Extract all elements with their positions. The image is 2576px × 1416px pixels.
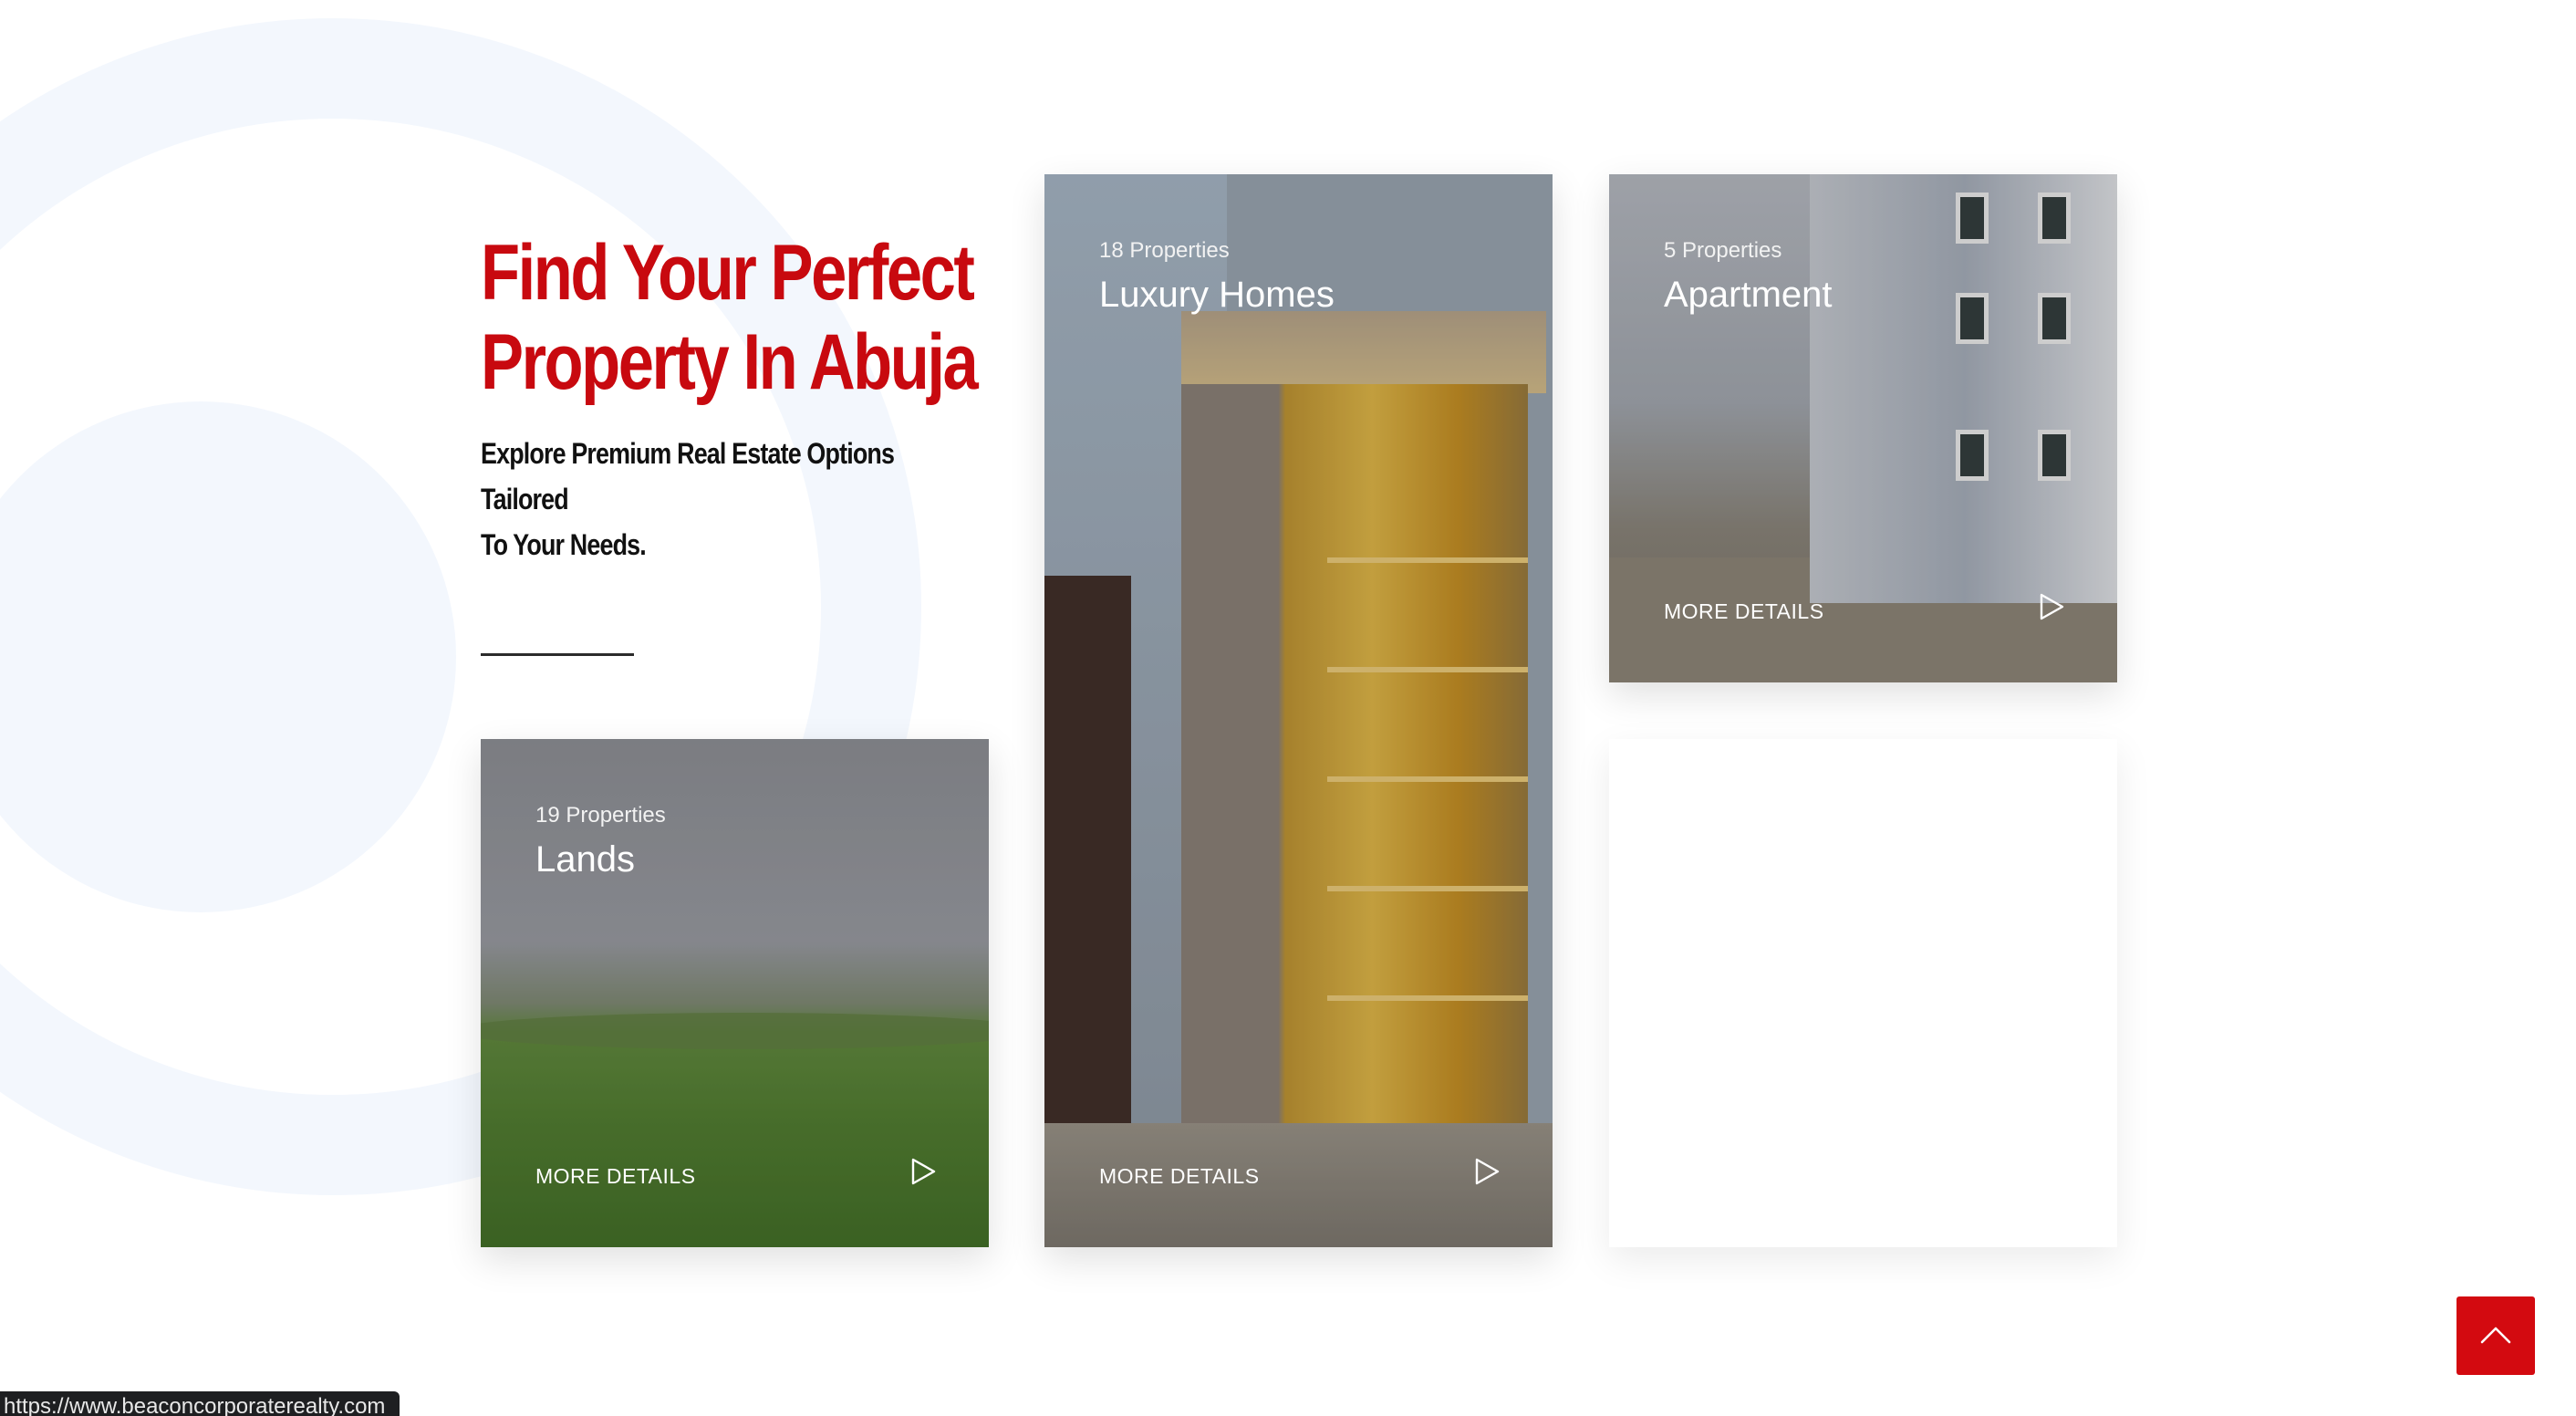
card-property-count: 18 Properties bbox=[1099, 238, 1230, 263]
play-icon[interactable] bbox=[2039, 593, 2064, 620]
play-icon[interactable] bbox=[910, 1158, 936, 1185]
category-card-apartment[interactable]: 5 Properties Apartment MORE DETAILS bbox=[1609, 174, 2117, 682]
card-title[interactable]: Luxury Homes bbox=[1099, 275, 1335, 316]
hero-divider bbox=[481, 653, 634, 656]
category-card-placeholder bbox=[1609, 739, 2117, 1247]
more-details-link[interactable]: MORE DETAILS bbox=[1099, 1164, 1260, 1189]
hero-headline-line-1: Find Your Perfect bbox=[481, 229, 975, 317]
hero-headline: Find Your Perfect Property In Abuja bbox=[481, 228, 1004, 407]
hero-intro: Find Your Perfect Property In Abuja Expl… bbox=[481, 228, 1001, 567]
page: Find Your Perfect Property In Abuja Expl… bbox=[0, 0, 2576, 1416]
back-to-top-button[interactable] bbox=[2457, 1296, 2535, 1375]
card-overlay bbox=[1044, 174, 1553, 1247]
hero-subline: Explore Premium Real Estate Options Tail… bbox=[481, 431, 971, 567]
more-details-link[interactable]: MORE DETAILS bbox=[1664, 599, 1824, 624]
category-card-lands[interactable]: 19 Properties Lands MORE DETAILS bbox=[481, 739, 989, 1247]
hero-subline-line-2: To Your Needs. bbox=[481, 528, 647, 561]
card-title[interactable]: Apartment bbox=[1664, 275, 1833, 316]
chevron-up-icon bbox=[2480, 1327, 2511, 1344]
hero-subline-line-1: Explore Premium Real Estate Options Tail… bbox=[481, 437, 895, 515]
card-property-count: 19 Properties bbox=[535, 803, 666, 828]
status-bar-url: https://www.beaconcorporaterealty.com bbox=[0, 1391, 400, 1416]
category-card-luxury-homes[interactable]: 18 Properties Luxury Homes MORE DETAILS bbox=[1044, 174, 1553, 1247]
card-title[interactable]: Lands bbox=[535, 839, 635, 880]
card-property-count: 5 Properties bbox=[1664, 238, 1782, 263]
play-icon[interactable] bbox=[1474, 1158, 1500, 1185]
more-details-link[interactable]: MORE DETAILS bbox=[535, 1164, 696, 1189]
hero-headline-line-2: Property In Abuja bbox=[481, 318, 979, 406]
